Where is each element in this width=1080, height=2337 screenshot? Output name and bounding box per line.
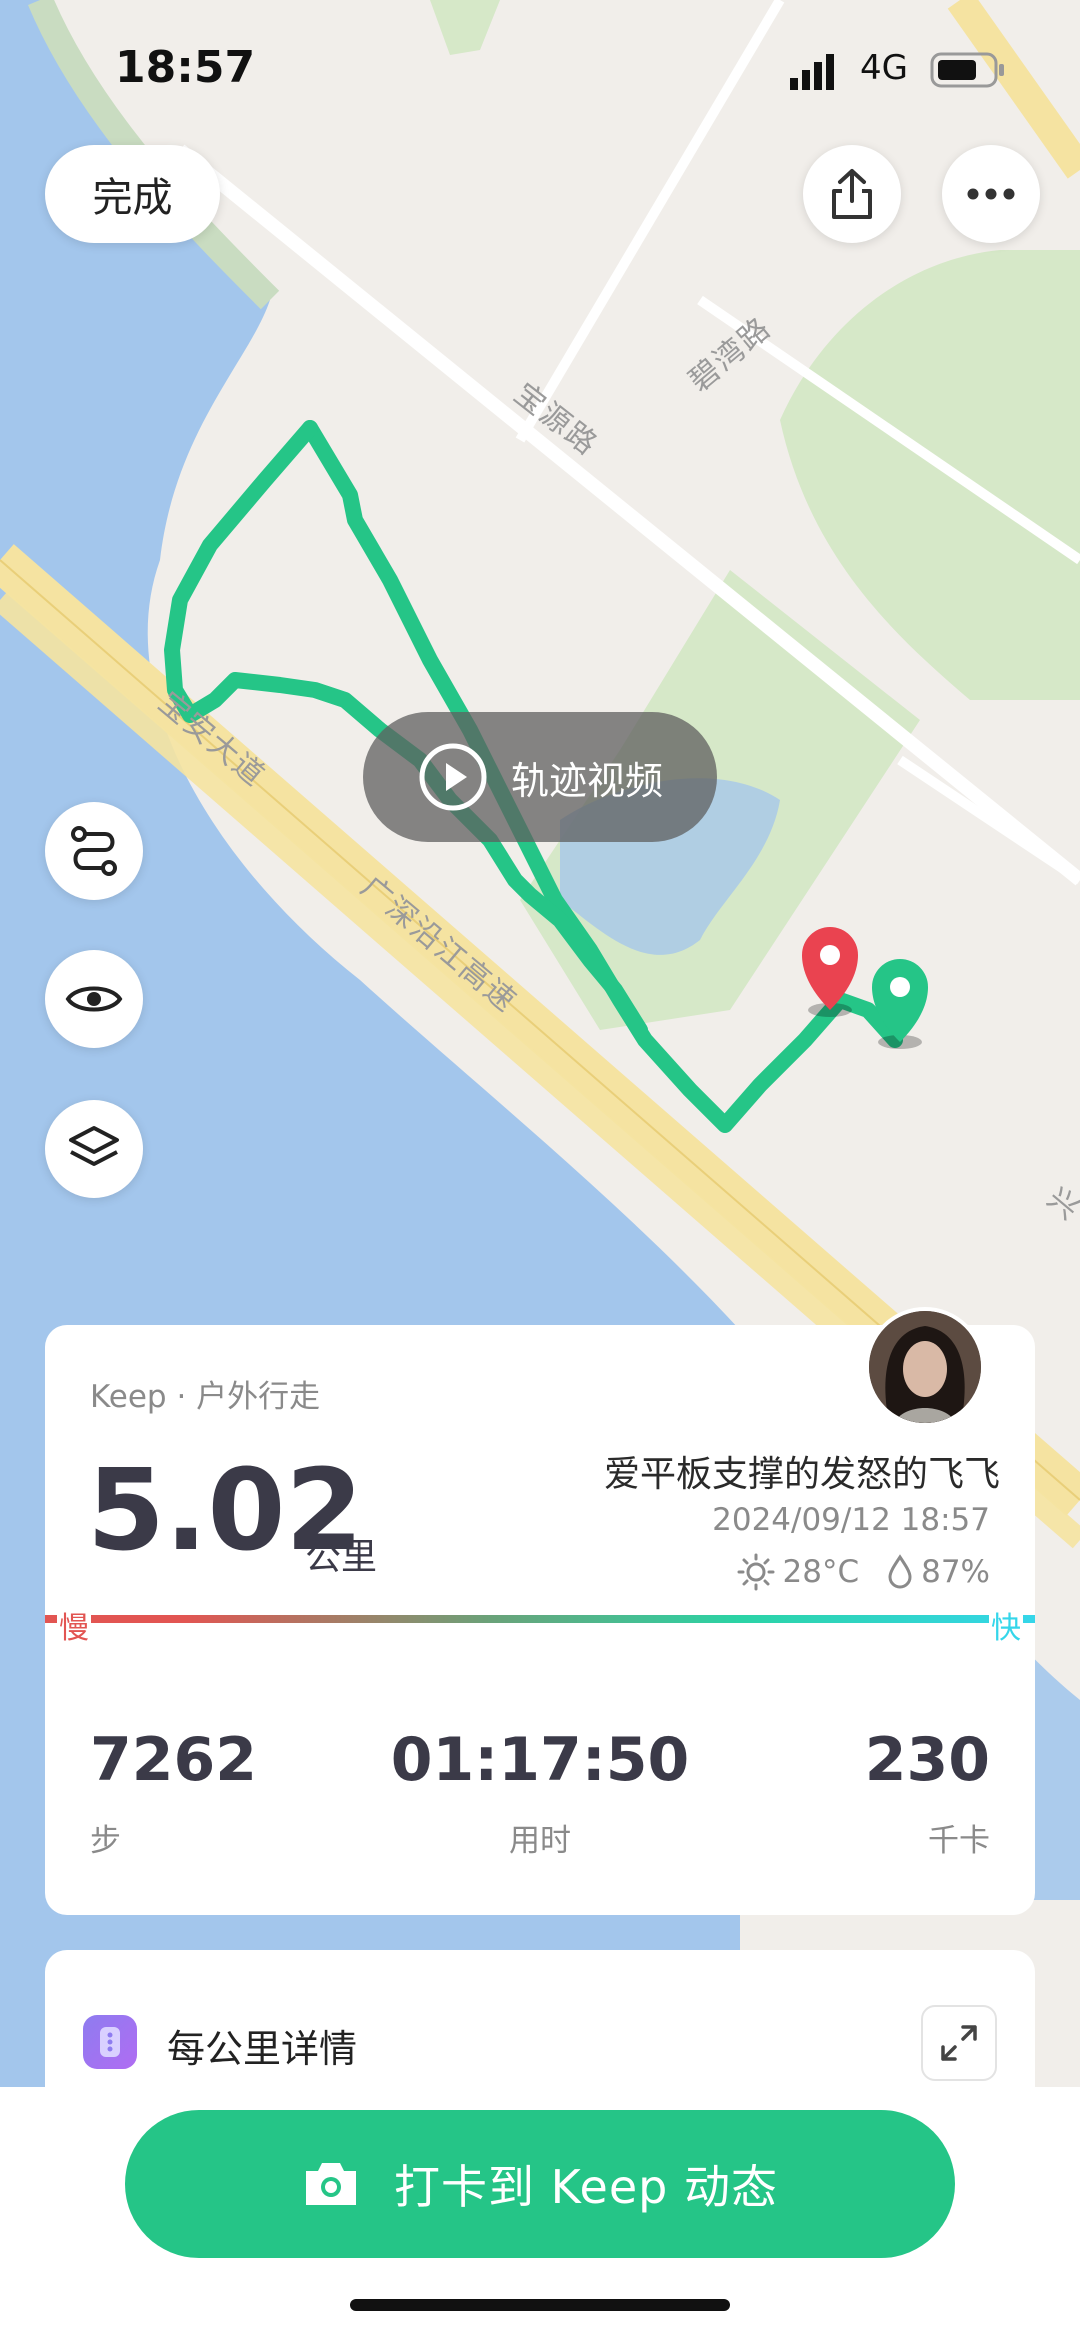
workout-summary-card: Keep · 户外行走 5.02 公里 爱平板支撑的发怒的飞飞 2024/09/… xyxy=(45,1307,1035,1915)
calories-label: 千卡 xyxy=(928,1823,990,1859)
workout-datetime: 2024/09/12 18:57 xyxy=(712,1502,990,1538)
check-in-button[interactable]: 打卡到 Keep 动态 xyxy=(125,2110,955,2258)
visibility-button[interactable] xyxy=(45,950,143,1048)
done-label: 完成 xyxy=(92,175,173,221)
check-in-label: 打卡到 Keep 动态 xyxy=(394,2160,778,2214)
track-video-button[interactable]: 轨迹视频 xyxy=(363,712,717,842)
user-name: 爱平板支撑的发怒的飞飞 xyxy=(603,1454,1000,1495)
more-button[interactable] xyxy=(942,145,1040,243)
sun-icon xyxy=(737,1553,774,1591)
map-layers-button[interactable] xyxy=(45,1100,143,1198)
network-type: 4G xyxy=(860,48,908,88)
humidity-icon xyxy=(888,1554,912,1589)
details-title: 每公里详情 xyxy=(167,2027,358,2071)
calories-value: 230 xyxy=(864,1725,990,1795)
camera-icon xyxy=(306,2163,357,2205)
humidity: 87% xyxy=(921,1554,990,1590)
weather-info: 28°C 87% xyxy=(737,1553,990,1591)
avatar[interactable] xyxy=(865,1307,985,1427)
expand-icon xyxy=(941,2025,977,2061)
details-icon xyxy=(83,2015,137,2069)
duration-label: 用时 xyxy=(509,1823,571,1859)
battery-icon xyxy=(930,50,1006,90)
share-icon xyxy=(832,169,872,219)
signal-icon xyxy=(790,54,840,90)
layers-icon xyxy=(69,1126,119,1166)
temperature: 28°C xyxy=(782,1554,860,1590)
pace-slow-label: 慢 xyxy=(57,1603,91,1647)
route-icon xyxy=(71,826,117,876)
pace-fast-label: 快 xyxy=(989,1603,1023,1647)
track-video-label: 轨迹视频 xyxy=(510,758,663,803)
share-button[interactable] xyxy=(803,145,901,243)
done-button[interactable]: 完成 xyxy=(45,145,220,243)
more-icon xyxy=(967,188,1015,200)
workout-source: Keep · 户外行走 xyxy=(90,1379,321,1415)
play-icon xyxy=(419,743,487,811)
eye-icon xyxy=(65,986,123,1012)
route-toggle-button[interactable] xyxy=(45,802,143,900)
pace-gradient-bar xyxy=(45,1615,1035,1623)
expand-button[interactable] xyxy=(921,2005,997,2081)
distance-unit: 公里 xyxy=(305,1537,378,1578)
home-indicator xyxy=(350,2299,730,2311)
status-time: 18:57 xyxy=(115,42,256,93)
